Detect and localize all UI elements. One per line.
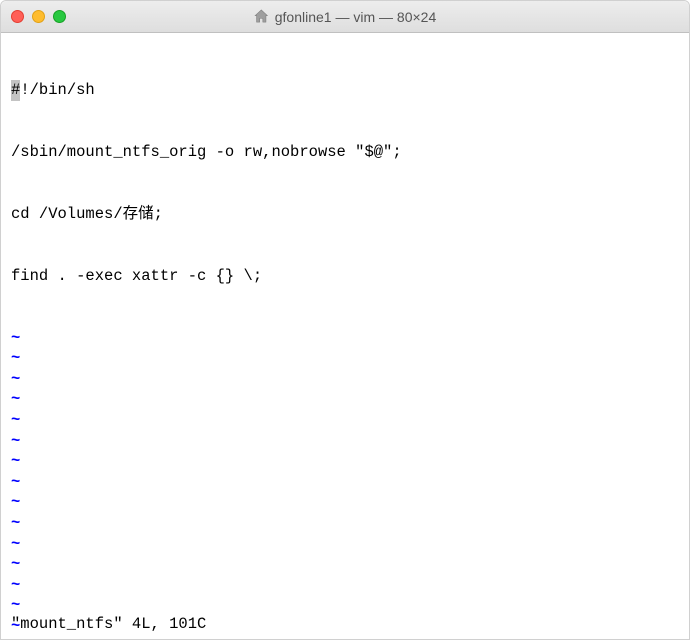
window-title: gfonline1 — vim — 80×24 xyxy=(254,9,436,25)
titlebar: gfonline1 — vim — 80×24 xyxy=(1,1,689,33)
minimize-button[interactable] xyxy=(32,10,45,23)
empty-line: ~ xyxy=(11,575,679,596)
tilde-marker: ~ xyxy=(11,349,20,367)
empty-line: ~ xyxy=(11,554,679,575)
empty-line: ~ xyxy=(11,348,679,369)
tilde-marker: ~ xyxy=(11,473,20,491)
code-line: cd /Volumes/存储; xyxy=(11,204,679,225)
empty-line: ~ xyxy=(11,595,679,616)
code-line: #!/bin/sh xyxy=(11,80,679,101)
window-controls xyxy=(11,10,66,23)
close-button[interactable] xyxy=(11,10,24,23)
editor-viewport[interactable]: #!/bin/sh /sbin/mount_ntfs_orig -o rw,no… xyxy=(1,33,689,639)
code-line: /sbin/mount_ntfs_orig -o rw,nobrowse "$@… xyxy=(11,142,679,163)
code-line: find . -exec xattr -c {} \; xyxy=(11,266,679,287)
empty-line: ~ xyxy=(11,534,679,555)
home-icon xyxy=(254,9,269,24)
tilde-marker: ~ xyxy=(11,535,20,553)
tilde-marker: ~ xyxy=(11,411,20,429)
empty-line: ~ xyxy=(11,328,679,349)
tilde-marker: ~ xyxy=(11,493,20,511)
tilde-marker: ~ xyxy=(11,638,20,639)
terminal-window: gfonline1 — vim — 80×24 #!/bin/sh /sbin/… xyxy=(0,0,690,640)
empty-line: ~ xyxy=(11,431,679,452)
empty-line: ~ xyxy=(11,637,679,639)
empty-line: ~ xyxy=(11,472,679,493)
tilde-marker: ~ xyxy=(11,370,20,388)
tilde-marker: ~ xyxy=(11,555,20,573)
tilde-marker: ~ xyxy=(11,329,20,347)
empty-line: ~ xyxy=(11,513,679,534)
tilde-marker: ~ xyxy=(11,432,20,450)
empty-line: ~ xyxy=(11,451,679,472)
status-line: "mount_ntfs" 4L, 101C xyxy=(11,614,206,635)
code-text: !/bin/sh xyxy=(20,81,94,99)
tilde-marker: ~ xyxy=(11,452,20,470)
tilde-marker: ~ xyxy=(11,596,20,614)
empty-line: ~ xyxy=(11,410,679,431)
tilde-marker: ~ xyxy=(11,390,20,408)
empty-line: ~ xyxy=(11,492,679,513)
empty-line: ~ xyxy=(11,389,679,410)
empty-line: ~ xyxy=(11,369,679,390)
tilde-marker: ~ xyxy=(11,514,20,532)
window-title-text: gfonline1 — vim — 80×24 xyxy=(275,9,436,25)
zoom-button[interactable] xyxy=(53,10,66,23)
tilde-marker: ~ xyxy=(11,576,20,594)
cursor-char: # xyxy=(11,80,20,101)
